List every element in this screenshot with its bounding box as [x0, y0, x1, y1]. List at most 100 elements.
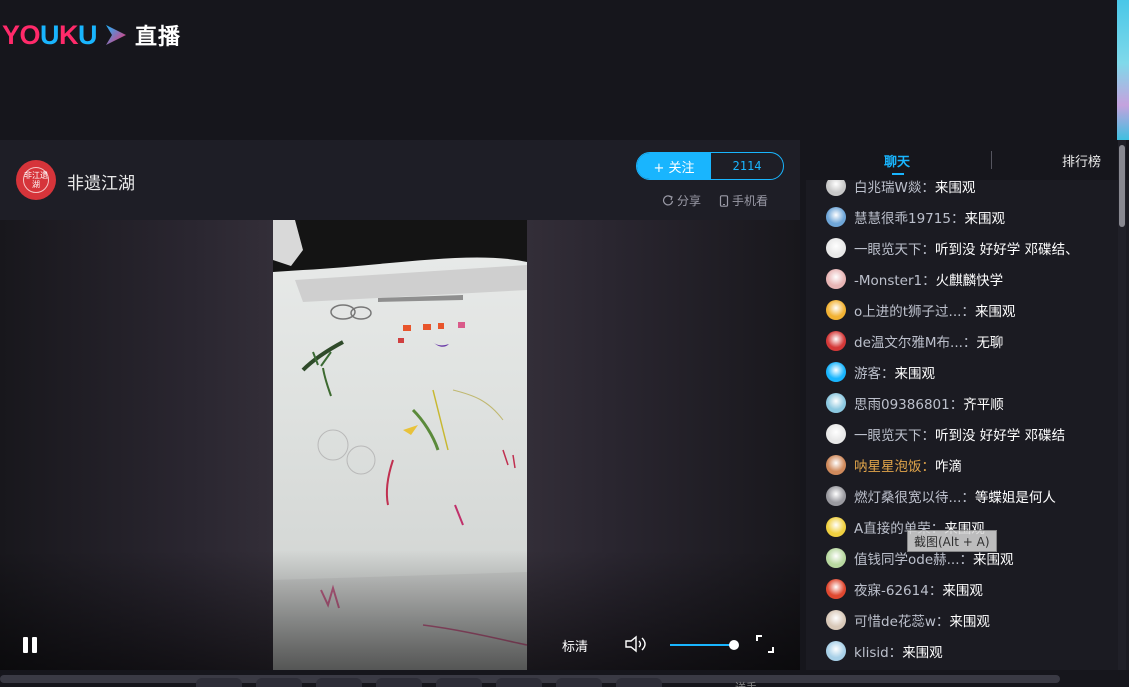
chat-message-list[interactable]: 白兆瑞W燚： 来围观 慧慧很乖19715： 来围观 一眼览天下： 听到没 好好学 邓碟结、… — [806, 180, 1118, 670]
embroidery-scene-image — [273, 220, 527, 670]
chat-text: 来围观 — [964, 211, 1005, 227]
user-avatar[interactable] — [826, 455, 846, 475]
fullscreen-icon[interactable] — [755, 634, 775, 654]
chat-scrollbar-thumb[interactable] — [1119, 145, 1125, 227]
user-avatar[interactable] — [826, 393, 846, 413]
chat-message: 呐星星泡饭： 咋滴 — [826, 454, 962, 476]
avatar-seal-text: 非江遗湖 — [23, 167, 49, 193]
chat-username[interactable]: klisid： — [854, 641, 902, 661]
chat-username[interactable]: 可惜de花蕊w： — [854, 610, 949, 630]
tab-divider — [991, 151, 992, 169]
channel-avatar[interactable]: 非江遗湖 — [16, 160, 56, 200]
tab-chat[interactable]: 聊天 — [884, 151, 910, 175]
gift-item[interactable] — [616, 678, 662, 687]
chat-username[interactable]: 夜寐-62614： — [854, 579, 942, 599]
chat-text: 火麒麟快学 — [935, 273, 1004, 289]
chat-username[interactable]: 燃灯桑很宽以待...： — [854, 486, 975, 506]
chat-message: 白兆瑞W燚： 来围观 — [826, 180, 975, 197]
chat-username[interactable]: 一眼览天下： — [854, 238, 935, 258]
top-header: YOUKU 直播 — [0, 0, 1117, 140]
follower-count: 2114 — [732, 159, 762, 173]
chat-message: o上进的t狮子过...： 来围观 — [826, 299, 1015, 321]
chat-message: 一眼览天下： 听到没 好好学 邓碟结 — [826, 423, 1065, 445]
pause-bar-left — [23, 637, 28, 653]
chat-message: de温文尔雅M布...： 无聊 — [826, 330, 1003, 352]
user-avatar[interactable] — [826, 238, 846, 258]
chat-message: 慧慧很乖19715： 来围观 — [826, 206, 1005, 228]
chat-tabs: 聊天 排行榜 — [806, 140, 1129, 180]
user-avatar[interactable] — [826, 362, 846, 382]
chat-username[interactable]: 慧慧很乖19715： — [854, 207, 964, 227]
chat-message: 燃灯桑很宽以待...： 等蝶姐是何人 — [826, 485, 1056, 507]
user-avatar[interactable] — [826, 300, 846, 320]
chat-username[interactable]: de温文尔雅M布...： — [854, 331, 976, 351]
user-avatar[interactable] — [826, 641, 846, 661]
user-avatar[interactable] — [826, 486, 846, 506]
chat-username[interactable]: 一眼览天下： — [854, 424, 935, 444]
video-frame — [273, 220, 527, 670]
chat-message: 思雨09386801： 齐平顺 — [826, 392, 1004, 414]
tab-ranking[interactable]: 排行榜 — [1062, 151, 1101, 170]
chat-message: 游客： 来围观 — [826, 361, 935, 383]
youku-logo[interactable]: YOUKU 直播 — [2, 18, 181, 52]
chat-text: 来围观 — [894, 366, 936, 382]
chat-text: 听到没 好好学 邓碟结 — [935, 428, 1066, 444]
channel-name[interactable]: 非遗江湖 — [67, 169, 135, 194]
channel-bar: 非江遗湖 非遗江湖 + 关注 2114 分享 手机看 — [0, 140, 800, 220]
chat-username[interactable]: o上进的t狮子过...： — [854, 300, 975, 320]
user-avatar[interactable] — [826, 517, 846, 537]
quality-selector[interactable]: 标清 — [562, 636, 588, 655]
video-player[interactable]: 标清 — [0, 220, 800, 670]
video-blur-left — [0, 220, 273, 670]
live-page: YOUKU 直播 非江遗湖 非遗江湖 + 关注 2114 分享 手机看 标清 聊… — [0, 0, 1129, 687]
chat-text: 齐平顺 — [963, 397, 1004, 413]
gift-bar: 送手 — [0, 670, 1129, 687]
chat-username[interactable]: 游客： — [854, 362, 895, 382]
logo-live-label: 直播 — [135, 25, 182, 50]
user-avatar[interactable] — [826, 579, 846, 599]
chat-username[interactable]: -Monster1： — [854, 269, 936, 289]
video-blur-right — [527, 220, 800, 670]
user-avatar[interactable] — [826, 610, 846, 630]
chat-text: 咋滴 — [935, 459, 962, 475]
chat-text: 来围观 — [949, 614, 990, 630]
chat-message: 夜寐-62614： 来围观 — [826, 578, 983, 600]
chat-username[interactable]: 思雨09386801： — [854, 393, 963, 413]
side-banner-edge[interactable] — [1117, 0, 1129, 140]
gift-item[interactable] — [556, 678, 602, 687]
screenshot-tooltip: 截图(Alt + A) — [907, 530, 997, 552]
user-avatar[interactable] — [826, 269, 846, 289]
user-avatar[interactable] — [826, 548, 846, 568]
mobile-watch-button[interactable]: 手机看 — [719, 192, 768, 209]
gift-item[interactable] — [256, 678, 302, 687]
share-button[interactable]: 分享 — [662, 192, 701, 209]
volume-slider-track[interactable] — [670, 644, 735, 646]
gift-item[interactable] — [496, 678, 542, 687]
share-label: 分享 — [677, 194, 702, 208]
user-avatar[interactable] — [826, 331, 846, 351]
user-avatar[interactable] — [826, 207, 846, 227]
gift-send-label: 送手 — [735, 679, 757, 687]
chat-text: 来围观 — [974, 304, 1016, 320]
share-row: 分享 手机看 — [662, 192, 768, 209]
chat-text: 来围观 — [902, 645, 943, 661]
volume-icon[interactable] — [624, 634, 648, 654]
gift-item[interactable] — [376, 678, 422, 687]
chat-username[interactable]: 白兆瑞W燚： — [854, 180, 935, 196]
play-logo-icon — [106, 25, 127, 45]
chat-message: klisid： 来围观 — [826, 640, 943, 662]
gift-item[interactable] — [196, 678, 242, 687]
chat-panel: 聊天 排行榜 白兆瑞W燚： 来围观 慧慧很乖19715： 来围观 一眼览天下： 听到没 好… — [806, 140, 1129, 687]
pause-button[interactable] — [20, 634, 40, 656]
chat-text: 来围观 — [942, 583, 983, 599]
gift-item[interactable] — [436, 678, 482, 687]
gift-item[interactable] — [316, 678, 362, 687]
user-avatar[interactable] — [826, 424, 846, 444]
phone-icon — [719, 194, 729, 207]
chat-username[interactable]: 呐星星泡饭： — [854, 455, 935, 475]
follow-button[interactable]: + 关注 — [637, 153, 711, 179]
chat-text: 无聊 — [976, 335, 1004, 351]
chat-text: 等蝶姐是何人 — [974, 490, 1056, 506]
user-avatar[interactable] — [826, 180, 846, 196]
logo-wordmark: YOUKU — [2, 19, 98, 50]
